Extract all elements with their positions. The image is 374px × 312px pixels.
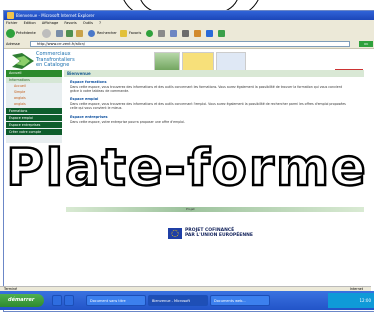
address-bar: Adresse http://www.crr-vent.fr/allcn/ OK <box>4 40 374 49</box>
partner-logo-2 <box>216 52 246 72</box>
refresh-icon[interactable] <box>66 30 73 37</box>
site-logo-icon <box>12 53 34 69</box>
sidebar-header[interactable]: Accueil <box>6 70 62 77</box>
address-input[interactable]: http://www.crr-vent.fr/allcn/ <box>30 41 350 47</box>
taskbar: démarrer Document sans titre Bienvenue -… <box>0 291 374 310</box>
home-icon[interactable] <box>76 30 83 37</box>
page-title: Bienvenue <box>64 70 364 77</box>
partner-logo-1 <box>182 52 214 72</box>
sidebar-item-formations[interactable]: Formations <box>6 108 62 114</box>
footer-strip: Projet <box>66 207 364 212</box>
favorites-label[interactable]: Favoris <box>129 31 141 35</box>
overlay-title: Plate-forme <box>5 138 368 200</box>
title-bar: Bienvenue - Microsoft Internet Explorer <box>4 11 374 20</box>
partner-photo <box>154 52 180 72</box>
favorites-star-icon[interactable] <box>120 30 127 37</box>
edit-icon[interactable] <box>194 30 201 37</box>
history-icon[interactable] <box>158 30 165 37</box>
section-title-formations[interactable]: Espace formations <box>70 80 107 84</box>
section-text-formations: Dans cette espace, vous trouverez des in… <box>70 85 342 94</box>
print-icon[interactable] <box>182 30 189 37</box>
toolbar: Précédente Rechercher Favoris <box>4 27 374 41</box>
media-icon[interactable] <box>146 30 153 37</box>
back-label: Précédente <box>16 31 36 35</box>
back-button[interactable] <box>6 29 15 38</box>
mail-icon[interactable] <box>170 30 177 37</box>
clock: 12:00 <box>359 298 371 303</box>
menu-item-fichier[interactable]: Fichier <box>6 21 17 25</box>
sidebar-nav: Informations Accueil Simple anglais angl… <box>6 77 62 143</box>
sidebar-item-creer-compte[interactable]: Créer votre compte <box>6 129 62 135</box>
sidebar-item-emploi[interactable]: Espace emploi <box>6 115 62 121</box>
taskbar-item-3[interactable]: Documents web... <box>210 295 270 306</box>
stop-icon[interactable] <box>56 30 63 37</box>
tools-icon[interactable] <box>218 30 225 37</box>
forward-button[interactable] <box>42 29 51 38</box>
menu-item-favoris[interactable]: Favoris <box>64 21 76 25</box>
sidebar-item-anglais-2[interactable]: anglais <box>6 101 62 107</box>
eu-flag-icon <box>168 228 182 239</box>
section-text-emploi: Dans cette espace, vous trouverez des in… <box>70 102 346 111</box>
section-title-emploi[interactable]: Espace emploi <box>70 97 98 101</box>
main-content: Bienvenue Espace formations Dans cette e… <box>64 70 364 148</box>
system-tray: 12:00 <box>328 293 374 308</box>
go-button[interactable]: OK <box>359 41 373 47</box>
sidebar-item-entreprises[interactable]: Espace entreprises <box>6 122 62 128</box>
quicklaunch-ie-icon[interactable] <box>52 295 62 306</box>
menu-item-affichage[interactable]: Affichage <box>42 21 58 25</box>
search-icon[interactable] <box>88 30 95 37</box>
taskbar-item-2[interactable]: Bienvenue - Microsoft <box>148 295 208 306</box>
window-title: Bienvenue - Microsoft Internet Explorer <box>16 13 95 18</box>
quicklaunch-desktop-icon[interactable] <box>64 295 74 306</box>
start-button[interactable]: démarrer <box>0 294 44 307</box>
search-label[interactable]: Rechercher <box>97 31 117 35</box>
footer-strip-text: Projet <box>186 207 195 211</box>
menu-item-outils[interactable]: Outils <box>83 21 93 25</box>
address-label: Adresse <box>6 42 20 46</box>
site-logo-text[interactable]: Commerciaux Transfrontaliers en Catalogn… <box>36 51 75 69</box>
menu-bar: Fichier Edition Affichage Favoris Outils… <box>4 20 374 27</box>
eu-cofinance-text: PROJET COFINANCÉ PAR L'UNION EUROPÉENNE <box>185 228 253 238</box>
section-title-entreprises[interactable]: Espace entreprises <box>70 115 108 119</box>
menu-item-help[interactable]: ? <box>99 21 101 25</box>
menu-item-edition[interactable]: Edition <box>24 21 36 25</box>
taskbar-item-1[interactable]: Document sans titre <box>86 295 146 306</box>
ie-icon <box>7 12 14 19</box>
messenger-icon[interactable] <box>206 30 213 37</box>
section-text-entreprises: Dans cette espace, votre entreprise pour… <box>70 120 185 124</box>
